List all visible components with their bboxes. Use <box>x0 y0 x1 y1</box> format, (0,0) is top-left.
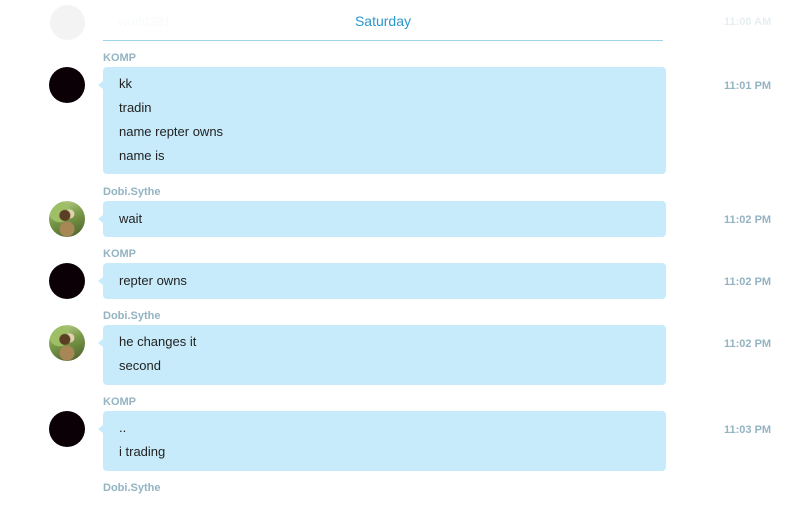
message-bubble[interactable]: he changes it second <box>98 325 666 385</box>
previous-timestamp: 11:00 AM <box>724 16 772 28</box>
message-text: kk <box>119 76 132 91</box>
message-timestamp: 11:03 PM <box>724 424 772 436</box>
message-bubble[interactable]: repter owns <box>98 263 666 299</box>
message-text: i trading <box>119 444 166 459</box>
sender-name[interactable]: KOMP <box>103 248 136 260</box>
avatar[interactable] <box>49 67 85 103</box>
message-timestamp: 11:02 PM <box>724 214 772 226</box>
message-text: he changes it <box>119 334 197 349</box>
message-text: tradin <box>119 100 152 115</box>
message-timestamp: 11:02 PM <box>724 276 772 288</box>
message-text: second <box>119 358 161 373</box>
message-timestamp: 11:01 PM <box>724 80 772 92</box>
chat-history[interactable]: world381 11:00 AM Saturday KOMP kk tradi… <box>0 0 807 528</box>
message-text: wait <box>119 211 143 226</box>
sender-name[interactable]: Dobi.Sythe <box>103 310 160 322</box>
message-timestamp: 11:02 PM <box>724 338 772 350</box>
message-text: .. <box>119 420 127 435</box>
message-bubble[interactable]: kk tradin name repter owns name is <box>98 67 666 174</box>
sender-name[interactable]: KOMP <box>103 52 136 64</box>
previous-avatar <box>50 5 85 40</box>
message-text: name is <box>119 148 165 163</box>
sender-name[interactable]: Dobi.Sythe <box>103 186 160 198</box>
sender-name[interactable]: KOMP <box>103 396 136 408</box>
message-text: repter owns <box>119 273 187 288</box>
date-separator: Saturday <box>103 5 663 41</box>
avatar[interactable] <box>49 201 85 237</box>
avatar[interactable] <box>49 325 85 361</box>
message-text: name repter owns <box>119 124 224 139</box>
message-bubble[interactable]: .. i trading <box>98 411 666 471</box>
avatar[interactable] <box>49 411 85 447</box>
message-bubble[interactable]: wait <box>98 201 666 237</box>
avatar[interactable] <box>49 263 85 299</box>
sender-name[interactable]: Dobi.Sythe <box>103 482 160 494</box>
